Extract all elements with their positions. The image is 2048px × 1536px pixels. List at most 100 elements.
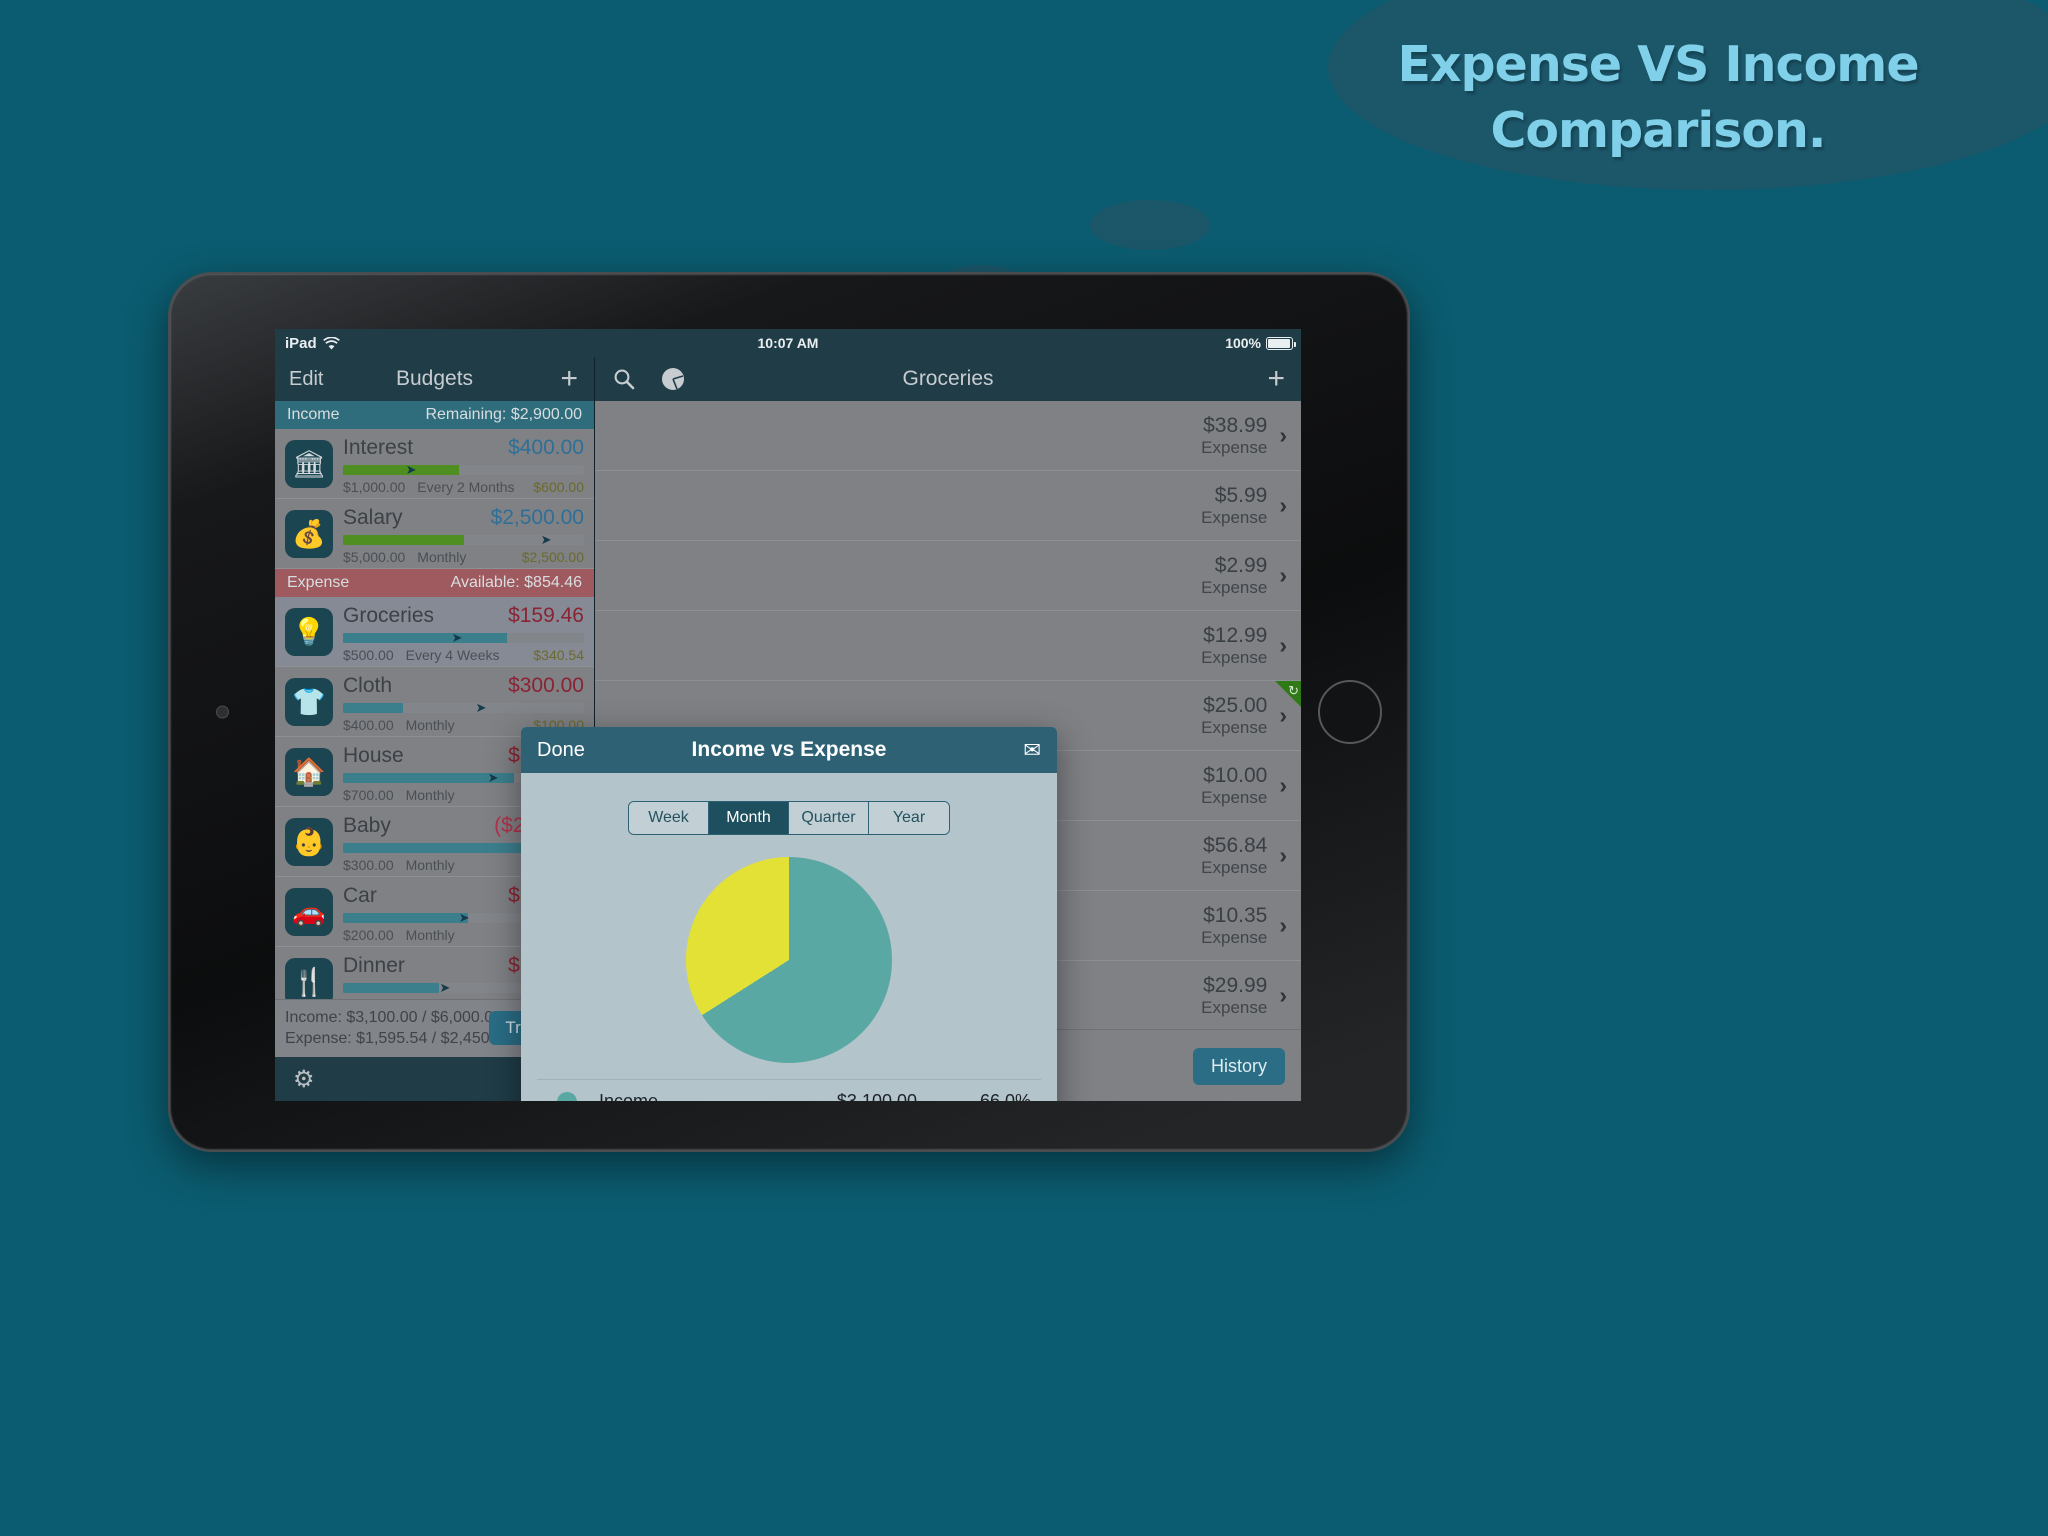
status-bar-time: 10:07 AM bbox=[757, 335, 819, 351]
budget-pace-marker: ➤ bbox=[458, 913, 470, 923]
section-title: Expense bbox=[287, 574, 350, 591]
budget-amount: $159.46 bbox=[508, 604, 584, 627]
budget-pace-marker: ➤ bbox=[487, 773, 499, 783]
background-bubble-medium bbox=[1090, 200, 1210, 250]
budget-progress-bar: ➤ bbox=[343, 703, 584, 713]
transaction-amount: $38.99 bbox=[1203, 413, 1268, 437]
segment-year[interactable]: Year bbox=[869, 802, 949, 834]
add-budget-button[interactable]: + bbox=[560, 364, 578, 394]
period-segmented-control[interactable]: Week Month Quarter Year bbox=[628, 801, 950, 835]
transaction-values: $38.99 Expense bbox=[1201, 414, 1267, 458]
pie-chart-icon[interactable] bbox=[661, 367, 685, 391]
transaction-values: $25.00 Expense bbox=[1201, 694, 1267, 738]
transaction-amount: $25.00 bbox=[1203, 693, 1268, 717]
promo-headline-line1: Expense VS Income bbox=[1397, 36, 1919, 93]
status-bar: iPad 10:07 AM 100% bbox=[275, 329, 1301, 357]
budget-name: Dinner bbox=[343, 954, 405, 977]
budget-row[interactable]: 🏛 Interest $400.00 ➤ $1,000.00 Every 2 Months… bbox=[275, 429, 594, 499]
edit-button[interactable]: Edit bbox=[289, 368, 323, 391]
transaction-values: $2.99 Expense bbox=[1201, 554, 1267, 598]
budget-base: $200.00 bbox=[343, 927, 394, 943]
section-summary: Available: $854.46 bbox=[450, 574, 582, 591]
legend-rows: Income$3,100.0066.0%Expense$1,595.5434.0… bbox=[537, 1080, 1041, 1101]
transaction-type: Expense bbox=[1201, 647, 1268, 667]
ipad-screen: iPad 10:07 AM 100% Edit Budgets + Income… bbox=[275, 329, 1301, 1101]
wifi-icon bbox=[322, 336, 340, 349]
budget-amount: $400.00 bbox=[508, 436, 584, 459]
legend-value: $3,100.00 bbox=[836, 1091, 917, 1101]
budget-pace-marker: ➤ bbox=[540, 535, 552, 545]
budget-amount: $300.00 bbox=[508, 674, 584, 697]
budget-period: Every 2 Months bbox=[417, 479, 515, 495]
budget-amount: $2,500.00 bbox=[490, 506, 584, 529]
budget-base: $300.00 bbox=[343, 857, 394, 873]
budget-row[interactable]: 💡 Groceries $159.46 ➤ $500.00 Every 4 Weeks $3… bbox=[275, 597, 594, 667]
section-header-expense: Expense Available: $854.46 bbox=[275, 569, 594, 597]
budget-meta: $1,000.00 Every 2 Months $600.00 bbox=[343, 479, 584, 495]
battery-full-icon bbox=[1266, 336, 1296, 350]
legend-row: Income $3,100.00 66.0% bbox=[537, 1080, 1041, 1101]
home-button[interactable] bbox=[1318, 680, 1382, 744]
modal-title: Income vs Expense bbox=[691, 738, 887, 761]
legend-swatch bbox=[557, 1091, 577, 1101]
budget-extra: $2,500.00 bbox=[521, 549, 584, 565]
transaction-type: Expense bbox=[1201, 437, 1268, 457]
budget-meta: $500.00 Every 4 Weeks $340.54 bbox=[343, 647, 584, 663]
transaction-values: $12.99 Expense bbox=[1201, 624, 1267, 668]
section-summary: Remaining: $2,900.00 bbox=[425, 406, 582, 423]
transaction-amount: $29.99 bbox=[1203, 973, 1268, 997]
chevron-right-icon: › bbox=[1279, 422, 1287, 448]
history-button[interactable]: History bbox=[1192, 1048, 1285, 1085]
transaction-row[interactable]: $5.99 Expense › bbox=[595, 471, 1301, 541]
add-transaction-button[interactable]: + bbox=[1267, 364, 1285, 394]
transaction-row[interactable]: $38.99 Expense › bbox=[595, 401, 1301, 471]
transaction-values: $56.84 Expense bbox=[1201, 834, 1267, 878]
segment-week[interactable]: Week bbox=[629, 802, 709, 834]
chevron-right-icon: › bbox=[1279, 492, 1287, 518]
transaction-type: Expense bbox=[1201, 927, 1268, 947]
pie-chart-area bbox=[521, 835, 1057, 1079]
budget-row-header: Interest $400.00 bbox=[343, 436, 584, 460]
transaction-values: $10.35 Expense bbox=[1201, 904, 1267, 948]
battery-percent: 100% bbox=[1225, 335, 1261, 351]
transaction-values: $5.99 Expense bbox=[1201, 484, 1267, 528]
envelope-icon[interactable]: ✉ bbox=[1023, 738, 1041, 763]
transactions-navbar: Groceries + bbox=[595, 357, 1301, 401]
search-icon[interactable] bbox=[613, 368, 635, 390]
transaction-type: Expense bbox=[1201, 857, 1268, 877]
budget-row-body: Cloth $300.00 ➤ $400.00 Monthly $100.00 bbox=[333, 674, 584, 733]
chart-legend: Income$3,100.0066.0%Expense$1,595.5434.0… bbox=[537, 1079, 1041, 1101]
bulb-icon: 💡 bbox=[285, 608, 333, 656]
transaction-amount: $12.99 bbox=[1203, 623, 1268, 647]
budget-progress-bar: ➤ bbox=[343, 535, 584, 545]
budget-row-body: Groceries $159.46 ➤ $500.00 Every 4 Weeks $34… bbox=[333, 604, 584, 663]
gear-icon[interactable]: ⚙ bbox=[293, 1065, 315, 1094]
budget-row[interactable]: 💰 Salary $2,500.00 ➤ $5,000.00 Monthly $2,500.… bbox=[275, 499, 594, 569]
status-bar-right: 100% bbox=[1225, 335, 1296, 351]
legend-label: Income bbox=[599, 1091, 659, 1101]
section-title: Income bbox=[287, 406, 340, 423]
segment-month[interactable]: Month bbox=[709, 802, 789, 834]
transactions-nav-icons bbox=[613, 367, 685, 391]
budget-base: $5,000.00 bbox=[343, 549, 406, 565]
segment-quarter[interactable]: Quarter bbox=[789, 802, 869, 834]
device-label: iPad bbox=[285, 334, 317, 352]
bank-icon: 🏛 bbox=[285, 440, 333, 488]
budgets-navbar: Edit Budgets + bbox=[275, 357, 594, 401]
budget-pace-marker: ➤ bbox=[405, 465, 417, 475]
budget-base: $500.00 bbox=[343, 647, 394, 663]
budget-progress-bar: ➤ bbox=[343, 633, 584, 643]
done-button[interactable]: Done bbox=[537, 739, 585, 762]
transaction-row[interactable]: $2.99 Expense › bbox=[595, 541, 1301, 611]
promo-headline-line2: Comparison. bbox=[1490, 102, 1826, 160]
budget-row-body: Salary $2,500.00 ➤ $5,000.00 Monthly $2,500.0… bbox=[333, 506, 584, 565]
transaction-amount: $10.00 bbox=[1203, 763, 1268, 787]
chevron-right-icon: › bbox=[1279, 562, 1287, 588]
transactions-title: Groceries bbox=[902, 367, 994, 390]
repeat-glyph: ↻ bbox=[1288, 683, 1299, 698]
transaction-type: Expense bbox=[1201, 507, 1268, 527]
chevron-right-icon: › bbox=[1279, 632, 1287, 658]
budget-row-body: Interest $400.00 ➤ $1,000.00 Every 2 Months $… bbox=[333, 436, 584, 495]
transaction-row[interactable]: $12.99 Expense › bbox=[595, 611, 1301, 681]
moneybag-icon: 💰 bbox=[285, 510, 333, 558]
